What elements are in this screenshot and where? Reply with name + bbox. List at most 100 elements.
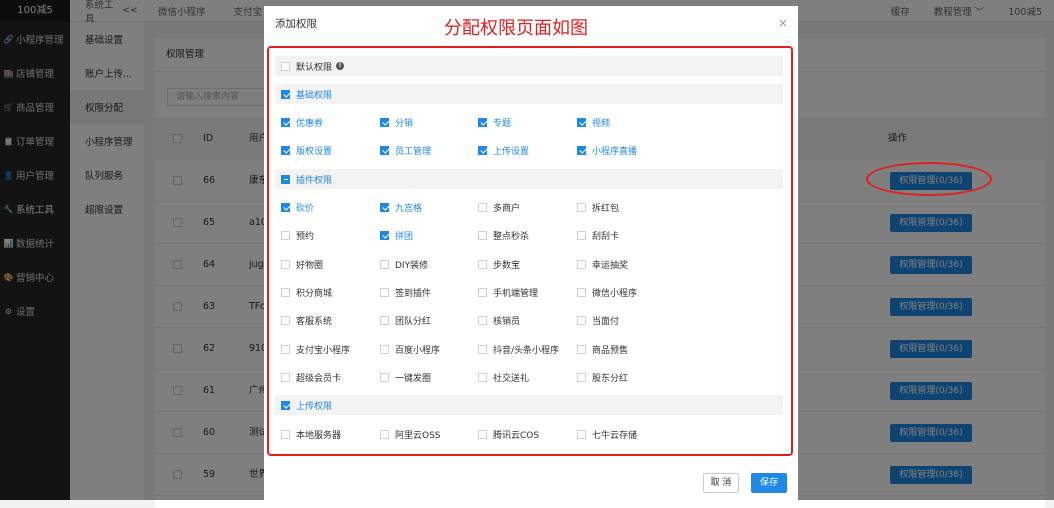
permission-checkbox[interactable] xyxy=(577,372,586,382)
permission-item[interactable]: 百度小程序 xyxy=(380,339,440,359)
permission-item[interactable]: 社交送礼 xyxy=(478,367,529,387)
permission-item[interactable]: 核销员 xyxy=(478,310,520,330)
save-button[interactable]: 保存 xyxy=(751,473,787,493)
permission-group-row: 默认权限! xyxy=(275,56,783,76)
permission-checkbox[interactable] xyxy=(380,202,389,212)
permission-item[interactable]: 签到插件 xyxy=(380,282,431,302)
permission-label: 好物圈 xyxy=(296,260,324,271)
permission-label: 视频 xyxy=(592,118,611,129)
permission-checkbox[interactable] xyxy=(478,230,487,240)
permission-item[interactable]: 微信小程序 xyxy=(577,282,637,302)
permission-item[interactable]: 客服系统 xyxy=(281,310,332,330)
permission-checkbox[interactable] xyxy=(577,344,586,354)
permission-item[interactable]: 九宫格 xyxy=(380,197,422,217)
permission-item[interactable]: 超级会员卡 xyxy=(281,367,341,387)
permission-checkbox[interactable] xyxy=(281,344,290,354)
permission-item[interactable]: 拼团 xyxy=(380,225,413,245)
permission-checkbox[interactable] xyxy=(281,145,290,155)
group-checkbox[interactable] xyxy=(281,400,290,410)
permission-checkbox[interactable] xyxy=(281,372,290,382)
default-permission-checkbox[interactable] xyxy=(281,61,290,71)
permission-checkbox[interactable] xyxy=(380,230,389,240)
permission-checkbox[interactable] xyxy=(478,202,487,212)
permission-checkbox[interactable] xyxy=(577,145,586,155)
permission-checkbox[interactable] xyxy=(281,230,290,240)
permission-checkbox[interactable] xyxy=(577,429,586,439)
permission-checkbox[interactable] xyxy=(577,315,586,325)
permission-item[interactable]: 小程序直播 xyxy=(577,140,637,160)
permission-checkbox[interactable] xyxy=(281,287,290,297)
permission-checkbox[interactable] xyxy=(577,230,586,240)
group-checkbox[interactable] xyxy=(281,174,290,184)
permission-checkbox[interactable] xyxy=(281,117,290,127)
permission-item[interactable]: 阿里云OSS xyxy=(380,424,441,444)
permission-item[interactable]: 支付宝小程序 xyxy=(281,339,350,359)
permission-checkbox[interactable] xyxy=(380,315,389,325)
permission-item[interactable]: 幸运抽奖 xyxy=(577,254,628,274)
permission-checkbox[interactable] xyxy=(281,315,290,325)
permission-item[interactable]: 整点秒杀 xyxy=(478,225,529,245)
permission-label: 步数宝 xyxy=(493,260,521,271)
permission-item[interactable]: 当面付 xyxy=(577,310,619,330)
permission-item[interactable]: 砍价 xyxy=(281,197,314,217)
permission-checkbox[interactable] xyxy=(380,372,389,382)
permission-checkbox[interactable] xyxy=(281,202,290,212)
permission-checkbox[interactable] xyxy=(478,145,487,155)
permission-item[interactable]: 股东分红 xyxy=(577,367,628,387)
permission-item[interactable]: 员工管理 xyxy=(380,140,431,160)
permission-item[interactable]: 上传设置 xyxy=(478,140,529,160)
permission-item[interactable]: DIY装修 xyxy=(380,254,428,274)
permission-label: 拼团 xyxy=(395,231,414,242)
permission-checkbox[interactable] xyxy=(380,145,389,155)
permission-checkbox[interactable] xyxy=(577,202,586,212)
permission-checkbox[interactable] xyxy=(478,429,487,439)
permission-checkbox[interactable] xyxy=(478,259,487,269)
permission-checkbox[interactable] xyxy=(380,429,389,439)
permission-item[interactable]: 商品预售 xyxy=(577,339,628,359)
permission-checkbox[interactable] xyxy=(577,117,586,127)
permission-item[interactable]: 优惠券 xyxy=(281,112,323,132)
permission-checkbox[interactable] xyxy=(281,259,290,269)
permission-checkbox[interactable] xyxy=(577,259,586,269)
permission-group[interactable]: 插件权限 xyxy=(281,169,332,189)
permission-checkbox[interactable] xyxy=(478,287,487,297)
permission-item[interactable]: 抖音/头条小程序 xyxy=(478,339,559,359)
cancel-button[interactable]: 取 消 xyxy=(703,473,739,493)
permission-group[interactable]: 上传权限 xyxy=(281,395,332,415)
permission-checkbox[interactable] xyxy=(380,344,389,354)
permission-item[interactable]: 分销 xyxy=(380,112,413,132)
permission-item[interactable]: 多商户 xyxy=(478,197,520,217)
permission-checkbox[interactable] xyxy=(281,429,290,439)
permission-checkbox[interactable] xyxy=(577,287,586,297)
permission-row: 客服系统 团队分红 核销员 当面付 xyxy=(275,310,783,330)
group-checkbox[interactable] xyxy=(281,89,290,99)
permission-checkbox[interactable] xyxy=(380,259,389,269)
permission-item[interactable]: 手机端管理 xyxy=(478,282,538,302)
permission-item[interactable]: 预约 xyxy=(281,225,314,245)
permission-item[interactable]: 好物圈 xyxy=(281,254,323,274)
permission-item[interactable]: 专题 xyxy=(478,112,511,132)
permission-item[interactable]: 视频 xyxy=(577,112,610,132)
permission-checkbox[interactable] xyxy=(478,117,487,127)
permission-checkbox[interactable] xyxy=(478,372,487,382)
permission-checkbox[interactable] xyxy=(478,315,487,325)
permission-item[interactable]: 版权设置 xyxy=(281,140,332,160)
permission-checkbox[interactable] xyxy=(478,344,487,354)
close-icon[interactable]: × xyxy=(778,16,788,30)
permission-item[interactable]: 刮刮卡 xyxy=(577,225,619,245)
permission-item[interactable]: 拆红包 xyxy=(577,197,619,217)
permission-item[interactable]: 一键发圈 xyxy=(380,367,431,387)
highlight-ring xyxy=(866,162,992,196)
permission-group[interactable]: 基础权限 xyxy=(281,84,332,104)
group-label: 基础权限 xyxy=(296,90,333,101)
permission-checkbox[interactable] xyxy=(380,117,389,127)
permission-item[interactable]: 积分商城 xyxy=(281,282,332,302)
default-permission[interactable]: 默认权限! xyxy=(281,56,345,76)
permission-item[interactable]: 步数宝 xyxy=(478,254,520,274)
permission-item[interactable]: 七牛云存储 xyxy=(577,424,637,444)
permission-checkbox[interactable] xyxy=(380,287,389,297)
permission-item[interactable]: 本地服务器 xyxy=(281,424,341,444)
permission-label: 百度小程序 xyxy=(395,345,441,356)
permission-item[interactable]: 腾讯云COS xyxy=(478,424,539,444)
permission-item[interactable]: 团队分红 xyxy=(380,310,431,330)
